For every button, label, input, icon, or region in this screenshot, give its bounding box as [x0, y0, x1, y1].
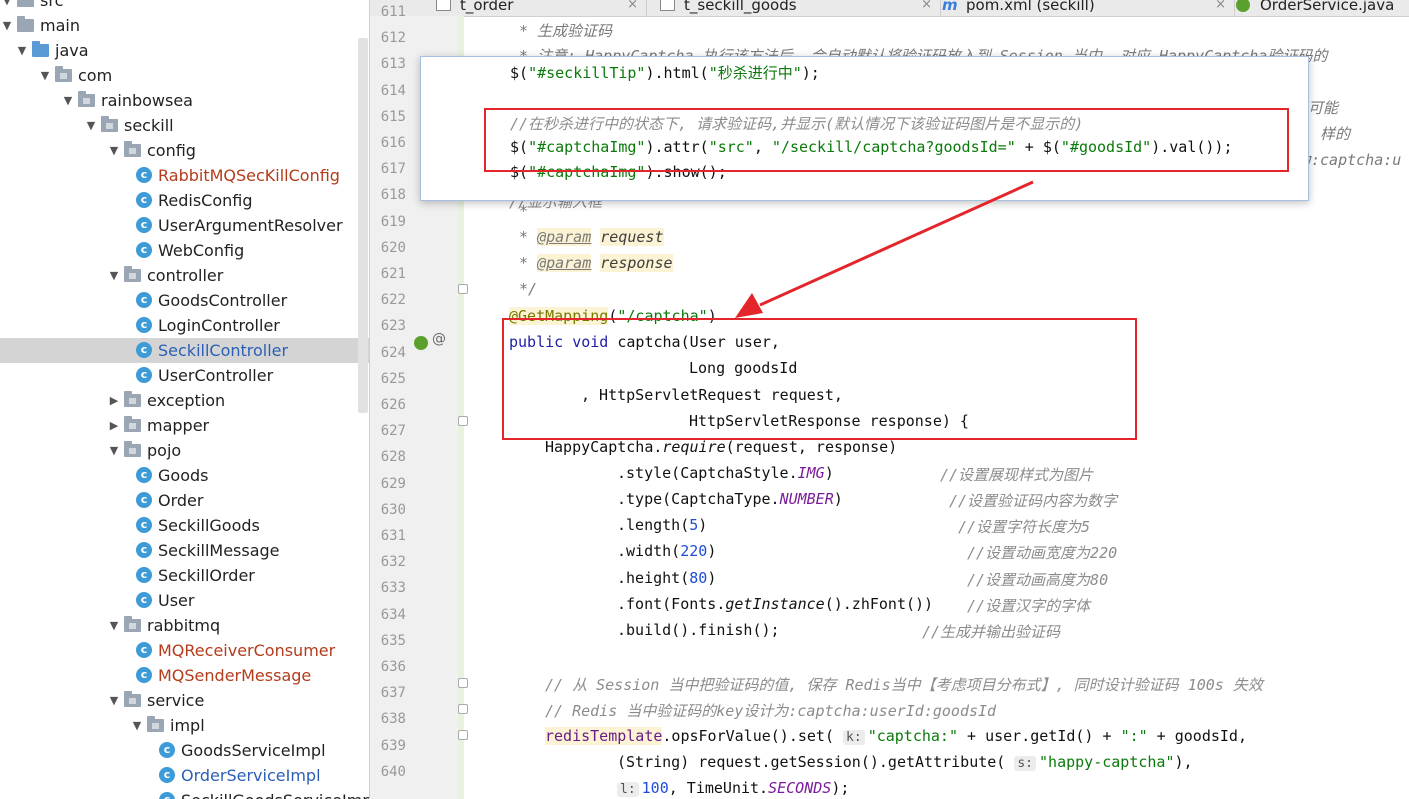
red-arrow-icon: [735, 180, 1034, 318]
